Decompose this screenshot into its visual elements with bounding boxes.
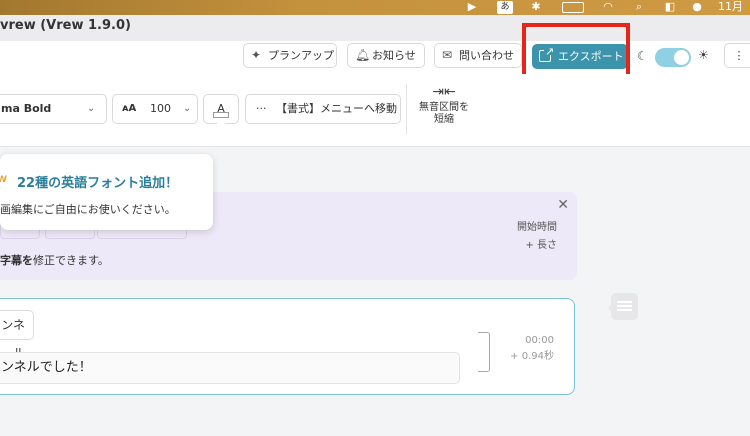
font-size-icon: ᴀA	[122, 103, 137, 114]
notice-label: お知らせ	[372, 49, 416, 62]
siri-icon[interactable]: ●	[690, 0, 704, 15]
theme-toggle[interactable]	[655, 48, 691, 67]
more-button[interactable]: ⋮	[724, 43, 750, 68]
font-size-select[interactable]: ᴀA 100 ⌄	[112, 94, 198, 124]
bell-icon: 🔔︎	[355, 48, 371, 62]
chat-line	[617, 309, 632, 311]
new-feature-popup[interactable]: W 22種の英語フォント追加！ 画編集にご自由にお使いください。	[0, 154, 213, 230]
chat-icon[interactable]	[608, 293, 638, 320]
clip-bracket-icon[interactable]	[478, 332, 490, 372]
format-menu-label: 【書式】メニューへ移動	[276, 102, 397, 115]
top-toolbar: ✦ プランアップ 🔔︎ お知らせ ✉ 問い合わせ ↗ エクスポート ☾ ☀ ⋮	[0, 41, 750, 75]
shorten-silence-icon: ⇥⇤	[432, 84, 456, 100]
more-icon: ···	[256, 102, 267, 115]
search-icon[interactable]: ⌕	[632, 0, 646, 15]
clip-time: 00:00 + 0.94秒	[510, 333, 554, 365]
moon-icon: ☾	[637, 49, 648, 63]
more-icon: ⋮	[733, 49, 745, 62]
plan-up-button[interactable]: ✦ プランアップ	[243, 43, 337, 68]
clip-card[interactable]: ンネル ンネルでした！ 00:00 + 0.94秒	[0, 298, 575, 395]
format-toolbar: ma Bold ⌄ ᴀA 100 ⌄ A ··· 【書式】メニューへ移動	[0, 74, 750, 147]
chevron-down-icon: ⌄	[87, 103, 96, 114]
clip-length: + 0.94秒	[510, 351, 554, 362]
battery-icon[interactable]	[562, 2, 584, 13]
start-time-label: 開始時間	[517, 222, 557, 233]
speaker-tag[interactable]: ンネル	[0, 310, 34, 360]
format-menu-button[interactable]: ··· 【書式】メニューへ移動	[245, 94, 401, 124]
chevron-down-icon: ⌄	[183, 103, 192, 114]
notice-button[interactable]: 🔔︎ お知らせ	[347, 43, 425, 68]
chat-line	[617, 301, 632, 303]
clip-start: 00:00	[525, 335, 554, 346]
hint-text-bold: 字幕を	[0, 254, 33, 267]
divider	[406, 84, 407, 134]
subtitle-input[interactable]: ンネルでした！	[0, 352, 460, 384]
input-method-icon[interactable]: あ	[497, 1, 513, 14]
sparkle-icon: ✦	[251, 48, 262, 62]
length-label: + 長さ	[525, 240, 557, 251]
sun-icon: ☀	[698, 48, 709, 62]
font-family-value: ma Bold	[1, 102, 52, 115]
text-color-button[interactable]: A	[203, 94, 239, 124]
contact-label: 問い合わせ	[459, 49, 514, 62]
mail-icon: ✉	[442, 48, 453, 62]
title-bar: vrew (Vrew 1.9.0)	[0, 15, 750, 42]
hint-text: 字幕を修正できます。	[0, 252, 109, 268]
new-badge: W	[0, 175, 7, 185]
menu-bar: ▶ あ ✱ ◠ ⌕ ◧ ● 11月	[0, 0, 750, 15]
shorten-silence-button[interactable]: ⇥⇤ 無音区間を短縮	[418, 84, 470, 126]
wifi-icon[interactable]: ◠	[600, 0, 616, 15]
window-title: vrew (Vrew 1.9.0)	[0, 18, 131, 33]
plan-up-label: プランアップ	[268, 49, 334, 62]
hint-time-legend: 開始時間 + 長さ	[517, 219, 557, 255]
chat-line	[617, 305, 632, 307]
menubar-clock[interactable]: 11月	[718, 0, 750, 15]
hint-text-rest: 修正できます。	[33, 254, 109, 267]
play-icon[interactable]: ▶	[465, 0, 479, 15]
control-center-icon[interactable]: ◧	[662, 0, 678, 15]
color-swatch	[213, 112, 229, 118]
font-size-value: 100	[150, 102, 171, 115]
popup-title: 22種の英語フォント追加！	[17, 176, 179, 191]
close-icon[interactable]: ✕	[557, 197, 569, 213]
bluetooth-icon[interactable]: ✱	[530, 0, 542, 15]
contact-button[interactable]: ✉ 問い合わせ	[434, 43, 522, 68]
font-family-select[interactable]: ma Bold ⌄	[0, 94, 107, 124]
popup-body: 画編集にご自由にお使いください。	[0, 203, 176, 216]
shorten-silence-label: 無音区間を短縮	[419, 102, 469, 125]
